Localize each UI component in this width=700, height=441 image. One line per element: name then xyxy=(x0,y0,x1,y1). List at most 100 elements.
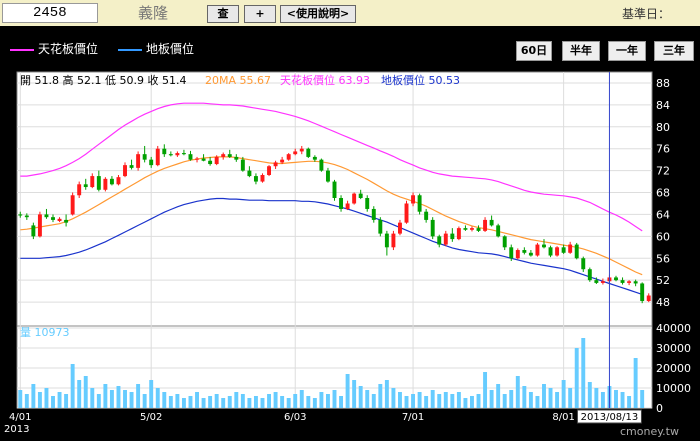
range-button-half-year[interactable]: 半年 xyxy=(562,41,600,61)
volume-bar xyxy=(64,394,69,408)
volume-bar xyxy=(456,392,461,408)
volume-bar xyxy=(299,390,304,408)
volume-bar xyxy=(548,388,553,408)
volume-bar xyxy=(502,394,507,408)
volume-bar xyxy=(109,390,114,408)
candle-body xyxy=(339,198,344,209)
range-button-one-year[interactable]: 一年 xyxy=(608,41,646,61)
candle-body xyxy=(476,228,481,231)
top-toolbar: 2458 義隆 查 + <使用說明> 基準日： xyxy=(0,0,700,26)
candle-body xyxy=(522,250,527,253)
volume-bar xyxy=(365,390,370,408)
watermark: cmoney.tw xyxy=(620,425,679,438)
stock-chart: 48 52 56 60 64 68 72 76 80 84 88 0 10000 20000 30000 40… xyxy=(4,71,691,435)
candle-body xyxy=(51,217,55,220)
volume-bar xyxy=(384,380,389,408)
candle-body xyxy=(542,244,546,248)
volume-bar xyxy=(496,384,501,408)
price-info-text: 開 51.8 高 52.1 低 50.9 收 51.4 xyxy=(20,73,186,87)
help-button[interactable]: <使用說明> xyxy=(280,5,356,23)
volume-bar xyxy=(96,394,101,408)
candle-body xyxy=(443,233,448,245)
volume-bar xyxy=(37,392,42,408)
date-tick-label: 4/01 xyxy=(9,412,31,423)
volume-bar xyxy=(489,390,494,408)
candle-body xyxy=(365,198,370,209)
candle-body xyxy=(31,225,36,237)
volume-bar xyxy=(614,390,618,408)
volume-bar xyxy=(561,380,566,408)
volume-bar xyxy=(306,396,311,408)
volume-bar xyxy=(155,388,160,408)
candle-body xyxy=(280,159,285,163)
candle-body xyxy=(175,153,180,156)
price-tick-label: 80 xyxy=(656,121,670,134)
stock-code-input[interactable]: 2458 xyxy=(2,3,98,23)
volume-bar xyxy=(90,388,95,408)
volume-bar xyxy=(417,392,422,408)
volume-bar xyxy=(542,384,546,408)
candle-body xyxy=(149,159,154,166)
candle-body xyxy=(136,154,141,168)
volume-bar xyxy=(391,388,396,408)
volume-bar xyxy=(587,382,592,408)
candle-body xyxy=(234,156,239,160)
date-tick-label: 5/02 xyxy=(140,412,162,423)
candle-body xyxy=(528,252,533,256)
candle-body xyxy=(437,236,442,245)
price-tick-label: 88 xyxy=(656,77,670,90)
ma20-value-text: 20MA 55.67 xyxy=(205,74,271,87)
range-button-60d[interactable]: 60日 xyxy=(516,41,552,61)
candle-body xyxy=(64,219,69,223)
volume-bar xyxy=(319,392,324,408)
query-button[interactable]: 查 xyxy=(207,5,239,23)
volume-bar xyxy=(260,398,265,408)
candle-body xyxy=(306,148,311,157)
candle-body xyxy=(600,281,605,283)
candle-body xyxy=(561,247,566,253)
price-tick-label: 60 xyxy=(656,230,670,243)
volume-bar xyxy=(470,396,474,408)
candle-body xyxy=(83,184,88,188)
candle-body xyxy=(463,228,468,230)
candle-body xyxy=(515,250,520,259)
volume-bar xyxy=(528,392,533,408)
volume-bar xyxy=(103,384,108,408)
volume-bar xyxy=(136,384,141,408)
candle-body xyxy=(168,154,173,156)
volume-bar xyxy=(51,396,55,408)
legend-ceiling: 天花板價位 xyxy=(10,40,98,57)
volume-bar xyxy=(352,380,357,408)
candle-body xyxy=(293,151,298,155)
year-label: 2013 xyxy=(4,424,29,435)
candle-body xyxy=(633,281,638,284)
date-tick-label: 8/01 xyxy=(552,412,574,423)
candle-body xyxy=(581,258,586,270)
volume-bar xyxy=(339,396,344,408)
candle-body xyxy=(195,158,199,160)
candle-body xyxy=(496,225,501,237)
candle-body xyxy=(358,193,363,198)
candle-body xyxy=(162,148,167,155)
range-button-three-year[interactable]: 三年 xyxy=(654,41,694,61)
price-tick-label: 56 xyxy=(656,252,670,265)
volume-bar xyxy=(142,394,147,408)
volume-bar xyxy=(535,396,540,408)
add-button[interactable]: + xyxy=(244,5,276,23)
candle-body xyxy=(398,222,402,234)
price-tick-label: 72 xyxy=(656,165,670,178)
volume-bar xyxy=(600,392,605,408)
candle-body xyxy=(77,184,82,196)
volume-bar xyxy=(201,398,206,408)
date-tick-label: 7/01 xyxy=(402,412,424,423)
candle-body xyxy=(299,148,304,152)
volume-bar xyxy=(437,394,442,408)
candle-body xyxy=(384,233,389,248)
volume-bar xyxy=(581,338,586,408)
volume-bar xyxy=(181,398,186,408)
price-tick-label: 84 xyxy=(656,99,670,112)
volume-bar xyxy=(162,392,167,408)
candle-body xyxy=(214,156,219,165)
candle-body xyxy=(614,277,618,281)
candle-body xyxy=(24,215,29,218)
